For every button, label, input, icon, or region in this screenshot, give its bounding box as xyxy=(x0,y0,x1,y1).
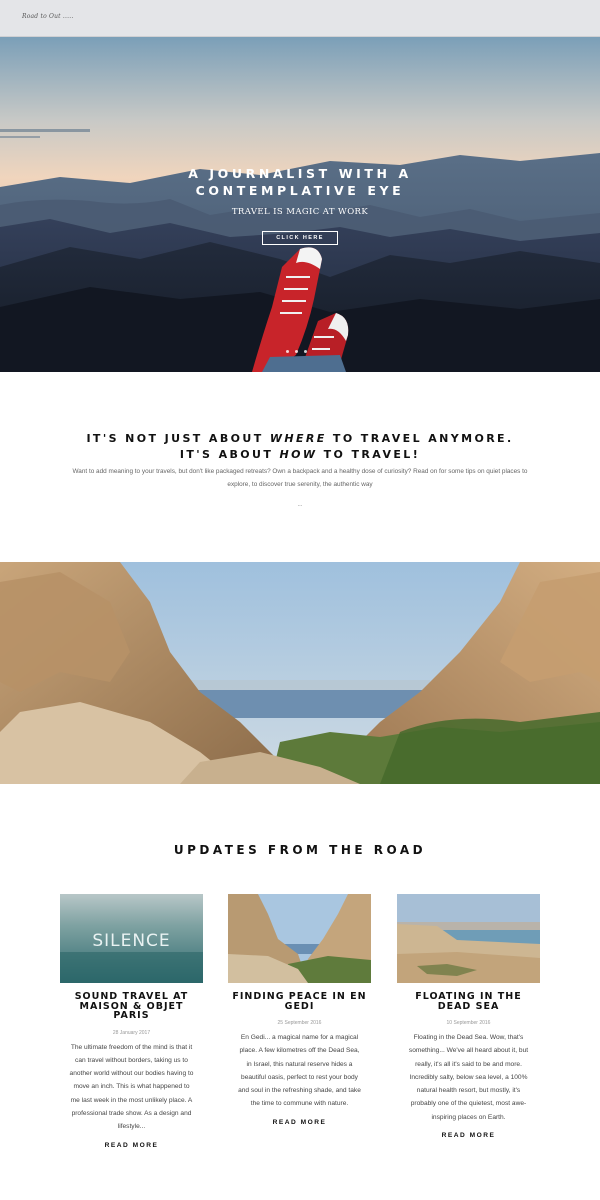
post-excerpt: Floating in the Dead Sea. Wow, that's so… xyxy=(408,1034,529,1121)
post-image[interactable] xyxy=(228,894,371,983)
post-title[interactable]: FINDING PEACE IN EN GEDI xyxy=(228,992,371,1011)
read-more-link[interactable]: READ MORE xyxy=(397,1132,540,1139)
post-card: FINDING PEACE IN EN GEDI 25 September 20… xyxy=(228,894,371,1126)
hero-carousel-dots xyxy=(286,350,307,353)
intro-line2-part1: IT'S ABOUT xyxy=(179,448,280,461)
read-more-link[interactable]: READ MORE xyxy=(60,1142,203,1149)
hero-section: A JOURNALIST WITH A CONTEMPLATIVE EYE TR… xyxy=(0,37,600,372)
site-logo[interactable]: Road to Out ..... xyxy=(22,13,73,20)
carousel-dot[interactable] xyxy=(286,350,289,353)
post-date: 10 September 2016 xyxy=(446,1020,491,1026)
rock-canyon-image xyxy=(0,562,600,784)
landscape-banner xyxy=(0,562,600,784)
intro-paragraph: Want to add meaning to your travels, but… xyxy=(72,468,528,488)
post-date: 28 January 2017 xyxy=(112,1029,151,1036)
hero-click-button[interactable]: CLICK HERE xyxy=(262,231,338,245)
post-excerpt: En Gedi... a magical name for a magical … xyxy=(238,1034,361,1108)
intro-line2-emphasis: HOW xyxy=(279,448,318,461)
post-title[interactable]: SOUND TRAVEL AT MAISON & OBJET PARIS xyxy=(60,992,203,1021)
hero-image xyxy=(0,37,600,372)
en-gedi-image xyxy=(228,894,371,983)
carousel-dot[interactable] xyxy=(295,350,298,353)
post-excerpt: The ultimate freedom of the mind is that… xyxy=(69,1043,194,1131)
updates-heading: UPDATES FROM THE ROAD xyxy=(173,843,427,857)
silence-image: SILENCE xyxy=(60,894,203,983)
post-image[interactable]: SILENCE xyxy=(60,894,203,983)
intro-heading: IT'S NOT JUST ABOUT WHERE TO TRAVEL ANYM… xyxy=(0,431,600,463)
hero-title: A JOURNALIST WITH A CONTEMPLATIVE EYE xyxy=(0,165,600,199)
hero-title-line1: A JOURNALIST WITH A xyxy=(188,166,412,181)
intro-line1-part1: IT'S NOT JUST ABOUT xyxy=(86,432,270,445)
post-card: FLOATING IN THE DEAD SEA 10 September 20… xyxy=(397,894,540,1139)
read-more-link[interactable]: READ MORE xyxy=(228,1119,371,1126)
intro-line1-part2: TO TRAVEL ANYMORE. xyxy=(326,432,514,445)
post-title[interactable]: FLOATING IN THE DEAD SEA xyxy=(397,992,540,1011)
top-bar: Road to Out ..... xyxy=(0,0,600,37)
hero-subtitle: TRAVEL IS MAGIC AT WORK xyxy=(231,207,369,217)
carousel-dot[interactable] xyxy=(304,350,307,353)
silence-text: SILENCE xyxy=(92,931,170,951)
hero-title-line2: CONTEMPLATIVE EYE xyxy=(195,183,405,198)
post-card: SILENCE SOUND TRAVEL AT MAISON & OBJET P… xyxy=(60,894,203,1149)
post-image[interactable] xyxy=(397,894,540,983)
post-date: 25 September 2016 xyxy=(277,1020,322,1026)
dead-sea-image xyxy=(397,894,540,983)
intro-heading-line1: IT'S NOT JUST ABOUT WHERE TO TRAVEL ANYM… xyxy=(0,431,600,447)
intro-line1-emphasis: WHERE xyxy=(269,432,327,445)
intro-heading-line2: IT'S ABOUT HOW TO TRAVEL! xyxy=(0,447,600,463)
intro-line2-part2: TO TRAVEL! xyxy=(317,448,421,461)
intro-ellipsis: ... xyxy=(297,502,303,508)
